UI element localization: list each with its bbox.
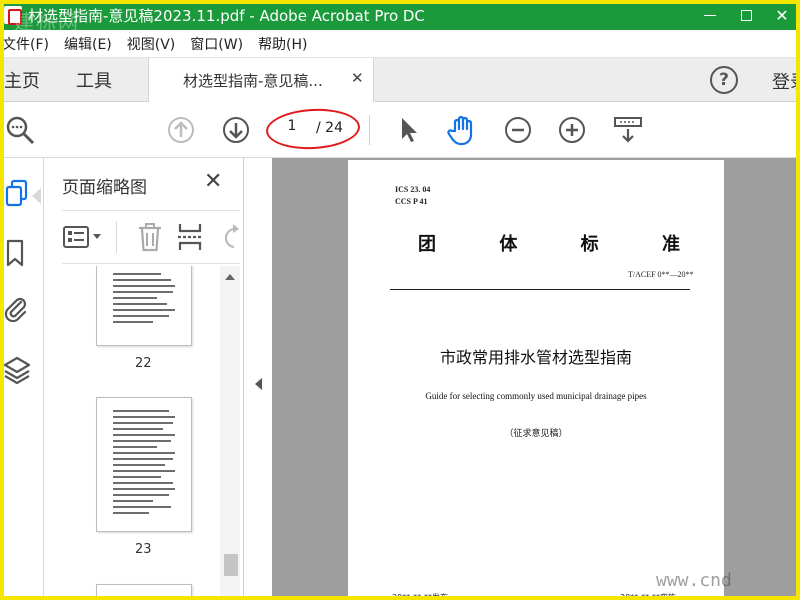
doc-divider	[390, 289, 690, 290]
doc-heading-char: 准	[661, 234, 680, 255]
page-up-icon[interactable]	[166, 115, 196, 145]
tab-close-icon[interactable]: ✕	[351, 69, 364, 87]
thumbnail-toolbar-separator	[116, 221, 117, 253]
thumbnail-page-number: 22	[135, 356, 152, 371]
doc-draft-note: （征求意见稿）	[504, 429, 568, 439]
doc-heading: 团 体 标 准	[418, 230, 680, 256]
doc-heading-char: 团	[418, 234, 436, 255]
thumbnail-page-23[interactable]	[96, 397, 192, 532]
maximize-button[interactable]	[728, 0, 764, 30]
select-cursor-icon[interactable]	[396, 115, 422, 145]
thumbnail-panel: 页面缩略图 ✕ 22 23	[44, 158, 244, 600]
scroll-mode-icon[interactable]	[612, 114, 644, 146]
collapse-panel-icon[interactable]	[255, 378, 262, 390]
tab-tools[interactable]: 工具	[76, 67, 112, 93]
menu-help[interactable]: 帮助(H)	[258, 34, 316, 54]
menu-file[interactable]: 文件(F)	[2, 34, 58, 54]
doc-heading-char: 标	[580, 234, 599, 255]
document-page: ICS 23. 04 CCS P 41 团 体 标 准 T/ACEF 0**—2…	[348, 160, 724, 600]
close-panel-icon[interactable]: ✕	[204, 169, 222, 194]
maximize-icon	[740, 9, 752, 21]
tab-document[interactable]: 材选型指南-意见稿... ✕	[148, 58, 374, 102]
zoom-in-icon[interactable]	[557, 115, 587, 145]
attachments-icon[interactable]	[3, 292, 29, 324]
thumbnail-scrollbar[interactable]	[220, 266, 240, 600]
doc-release-date: 20**-**-**发布	[392, 593, 448, 600]
doc-ics-code: ICS 23. 04	[395, 185, 431, 194]
thumbnail-panel-title: 页面缩略图	[62, 178, 147, 198]
page-total-label: / 24	[316, 120, 343, 136]
doc-title-chinese: 市政常用排水管材选型指南	[439, 348, 632, 367]
active-panel-pointer	[32, 188, 41, 204]
doc-standard-number: T/ACEF 0**—20**	[628, 270, 694, 279]
window-title: 材选型指南-意见稿2023.11.pdf - Adobe Acrobat Pro…	[28, 6, 425, 25]
insert-page-icon[interactable]	[176, 221, 204, 253]
doc-ccs-code: CCS P 41	[395, 197, 428, 206]
thumbnail-options-icon[interactable]	[62, 223, 106, 251]
doc-effective-date: 20**-**-**实施	[620, 593, 676, 600]
delete-page-icon[interactable]	[136, 221, 164, 253]
left-tool-rail	[0, 158, 44, 600]
hand-tool-icon[interactable]	[446, 113, 480, 147]
layers-icon[interactable]	[3, 354, 31, 386]
thumbnail-toolbar	[62, 210, 240, 264]
thumbnail-page-22[interactable]	[96, 266, 192, 346]
menu-view[interactable]: 视图(V)	[127, 34, 185, 54]
thumbnail-list: 22 23	[44, 266, 240, 600]
toolbar-separator	[369, 115, 370, 145]
minimize-button[interactable]	[692, 0, 728, 30]
tab-home[interactable]: 主页	[4, 67, 40, 93]
search-icon[interactable]	[4, 114, 36, 146]
page-number-input[interactable]: 1	[278, 118, 306, 140]
thumbnail-page-24[interactable]	[96, 584, 192, 600]
tab-bar: 主页 工具 材选型指南-意见稿... ✕ ? 登录	[0, 58, 800, 102]
menu-window[interactable]: 窗口(W)	[190, 34, 252, 54]
zoom-out-icon[interactable]	[503, 115, 533, 145]
scroll-up-icon[interactable]	[225, 274, 235, 280]
panel-collapse-strip	[244, 158, 272, 600]
rotate-page-icon[interactable]	[218, 221, 240, 253]
page-thumbnails-icon[interactable]	[4, 178, 30, 210]
minimize-icon	[704, 14, 716, 16]
close-window-button[interactable]: ✕	[764, 0, 800, 30]
document-viewer[interactable]: ICS 23. 04 CCS P 41 团 体 标 准 T/ACEF 0**—2…	[272, 158, 800, 600]
scrollbar-thumb[interactable]	[224, 554, 238, 576]
thumbnail-page-number: 23	[135, 542, 152, 557]
menu-edit[interactable]: 编辑(E)	[64, 34, 121, 54]
help-icon[interactable]: ?	[710, 66, 738, 94]
window-title-bar: 材选型指南-意见稿2023.11.pdf - Adobe Acrobat Pro…	[0, 0, 800, 34]
bookmarks-icon[interactable]	[4, 238, 26, 268]
tab-document-label: 材选型指南-意见稿...	[183, 72, 323, 90]
toolbar	[0, 102, 800, 158]
menu-bar: 文件(F) 编辑(E) 视图(V) 窗口(W) 帮助(H)	[0, 30, 800, 58]
doc-heading-char: 体	[499, 234, 518, 255]
doc-title-english: Guide for selecting commonly used munici…	[425, 391, 647, 401]
page-down-icon[interactable]	[221, 115, 251, 145]
sign-in-button[interactable]: 登录	[772, 68, 800, 94]
watermark-url: www.cnd	[656, 570, 732, 591]
